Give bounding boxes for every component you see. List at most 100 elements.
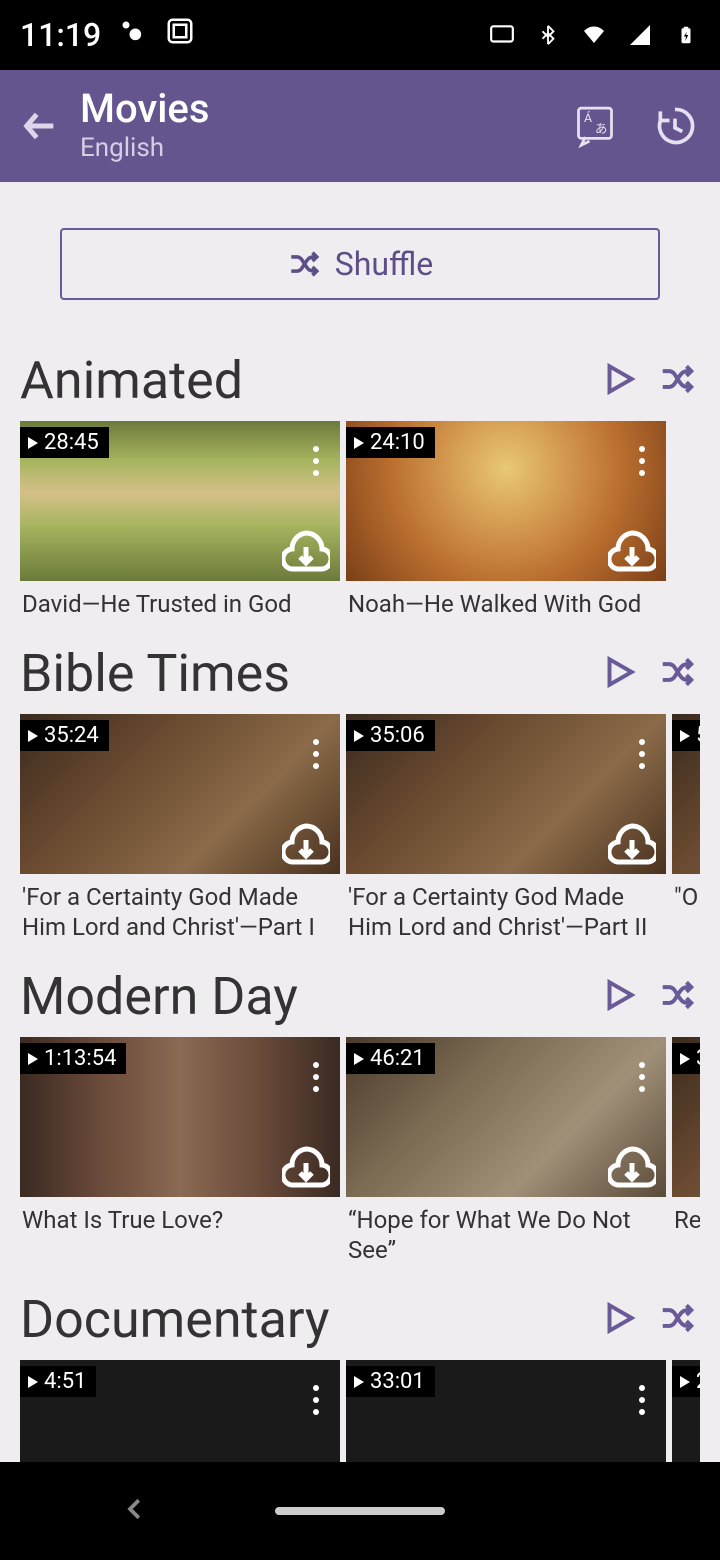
more-options-button[interactable]: [298, 724, 334, 784]
play-all-button[interactable]: [600, 360, 638, 402]
status-bar: 11:19: [0, 0, 720, 70]
download-button[interactable]: [608, 527, 656, 575]
duration-badge: 35:24: [20, 720, 109, 751]
page-title: Movies: [80, 89, 550, 129]
section-title: Modern Day: [20, 966, 298, 1027]
more-options-button[interactable]: [298, 431, 334, 491]
duration-badge: 46:21: [346, 1043, 435, 1074]
video-card[interactable]: 30 Reme: [672, 1037, 700, 1265]
more-options-button[interactable]: [624, 1370, 660, 1430]
nav-back-button[interactable]: [120, 1494, 150, 1528]
nav-home-pill[interactable]: [275, 1507, 445, 1515]
back-button[interactable]: [10, 96, 70, 156]
more-options-button[interactable]: [298, 1370, 334, 1430]
svg-text:あ: あ: [595, 122, 607, 137]
video-thumbnail[interactable]: 1:13:54: [20, 1037, 340, 1197]
video-thumbnail[interactable]: 51: [672, 714, 700, 874]
video-title: Reme: [672, 1197, 700, 1235]
shuffle-section-button[interactable]: [658, 360, 696, 402]
section-header: Animated: [20, 326, 700, 421]
battery-charging-icon: [672, 21, 700, 49]
status-frame-icon: [165, 16, 195, 54]
section-title: Bible Times: [20, 643, 290, 704]
section-modern-day: Modern Day 1:13:54 What Is True Love? 46…: [0, 942, 720, 1265]
status-dots-icon: [119, 16, 147, 54]
duration-badge: 30: [672, 1043, 700, 1074]
content-area[interactable]: Shuffle Animated 28:45 David—He Trusted …: [0, 182, 720, 1462]
language-button[interactable]: Á あ: [560, 91, 630, 161]
more-options-button[interactable]: [624, 724, 660, 784]
video-card[interactable]: 29: [672, 1360, 700, 1462]
cast-icon: [488, 21, 516, 49]
shuffle-section-button[interactable]: [658, 1299, 696, 1341]
video-title: David—He Trusted in God: [20, 581, 340, 619]
video-thumbnail[interactable]: 28:45: [20, 421, 340, 581]
duration-badge: 4:51: [20, 1366, 96, 1397]
video-thumbnail[interactable]: 46:21: [346, 1037, 666, 1197]
more-options-button[interactable]: [624, 431, 660, 491]
card-row[interactable]: 28:45 David—He Trusted in God 24:10 Noah…: [20, 421, 700, 619]
duration-badge: 33:01: [346, 1366, 435, 1397]
video-card[interactable]: 33:01: [346, 1360, 666, 1462]
history-button[interactable]: [640, 91, 710, 161]
video-title: Noah—He Walked With God: [346, 581, 666, 619]
status-time: 11:19: [20, 16, 101, 54]
shuffle-section-button[interactable]: [658, 653, 696, 695]
shuffle-section-button[interactable]: [658, 976, 696, 1018]
duration-badge: 1:13:54: [20, 1043, 126, 1074]
video-card[interactable]: 24:10 Noah—He Walked With God: [346, 421, 666, 619]
video-card[interactable]: 35:06 'For a Certainty God Made Him Lord…: [346, 714, 666, 942]
video-title: 'For a Certainty God Made Him Lord and C…: [346, 874, 666, 942]
app-bar: Movies English Á あ: [0, 70, 720, 182]
duration-badge: 29: [672, 1366, 700, 1397]
video-card[interactable]: 28:45 David—He Trusted in God: [20, 421, 340, 619]
video-card[interactable]: 4:51: [20, 1360, 340, 1462]
video-title: 'For a Certainty God Made Him Lord and C…: [20, 874, 340, 942]
section-header: Modern Day: [20, 942, 700, 1037]
video-title: "O Jeh: [672, 874, 700, 912]
play-all-button[interactable]: [600, 1299, 638, 1341]
download-button[interactable]: [282, 820, 330, 868]
section-title: Documentary: [20, 1289, 330, 1350]
bluetooth-icon: [534, 21, 562, 49]
video-thumbnail[interactable]: 24:10: [346, 421, 666, 581]
system-nav-bar: [0, 1462, 720, 1560]
duration-badge: 51: [672, 720, 700, 751]
video-thumbnail[interactable]: 4:51: [20, 1360, 340, 1462]
play-all-button[interactable]: [600, 653, 638, 695]
more-options-button[interactable]: [298, 1047, 334, 1107]
download-button[interactable]: [282, 527, 330, 575]
play-all-button[interactable]: [600, 976, 638, 1018]
card-row[interactable]: 35:24 'For a Certainty God Made Him Lord…: [20, 714, 700, 942]
video-thumbnail[interactable]: 35:06: [346, 714, 666, 874]
wifi-icon: [580, 21, 608, 49]
app-title-block: Movies English: [80, 89, 550, 163]
card-row[interactable]: 4:51 33:01 29: [20, 1360, 700, 1462]
video-card[interactable]: 35:24 'For a Certainty God Made Him Lord…: [20, 714, 340, 942]
video-thumbnail[interactable]: 35:24: [20, 714, 340, 874]
section-header: Bible Times: [20, 619, 700, 714]
video-card[interactable]: 1:13:54 What Is True Love?: [20, 1037, 340, 1265]
shuffle-label: Shuffle: [335, 245, 434, 283]
section-header: Documentary: [20, 1265, 700, 1360]
video-thumbnail[interactable]: 33:01: [346, 1360, 666, 1462]
signal-icon: [626, 21, 654, 49]
card-row[interactable]: 1:13:54 What Is True Love? 46:21 “Hope f…: [20, 1037, 700, 1265]
video-card[interactable]: 51 "O Jeh: [672, 714, 700, 942]
video-title: “Hope for What We Do Not See”: [346, 1197, 666, 1265]
video-thumbnail[interactable]: 30: [672, 1037, 700, 1197]
more-options-button[interactable]: [624, 1047, 660, 1107]
duration-badge: 24:10: [346, 427, 435, 458]
video-thumbnail[interactable]: 29: [672, 1360, 700, 1462]
video-title: What Is True Love?: [20, 1197, 340, 1235]
download-button[interactable]: [282, 1143, 330, 1191]
shuffle-button[interactable]: Shuffle: [60, 228, 660, 300]
section-animated: Animated 28:45 David—He Trusted in God 2…: [0, 326, 720, 619]
download-button[interactable]: [608, 1143, 656, 1191]
section-title: Animated: [20, 350, 243, 411]
video-card[interactable]: 46:21 “Hope for What We Do Not See”: [346, 1037, 666, 1265]
duration-badge: 35:06: [346, 720, 435, 751]
section-documentary: Documentary 4:51 33:01 29: [0, 1265, 720, 1462]
download-button[interactable]: [608, 820, 656, 868]
page-subtitle: English: [80, 133, 550, 163]
